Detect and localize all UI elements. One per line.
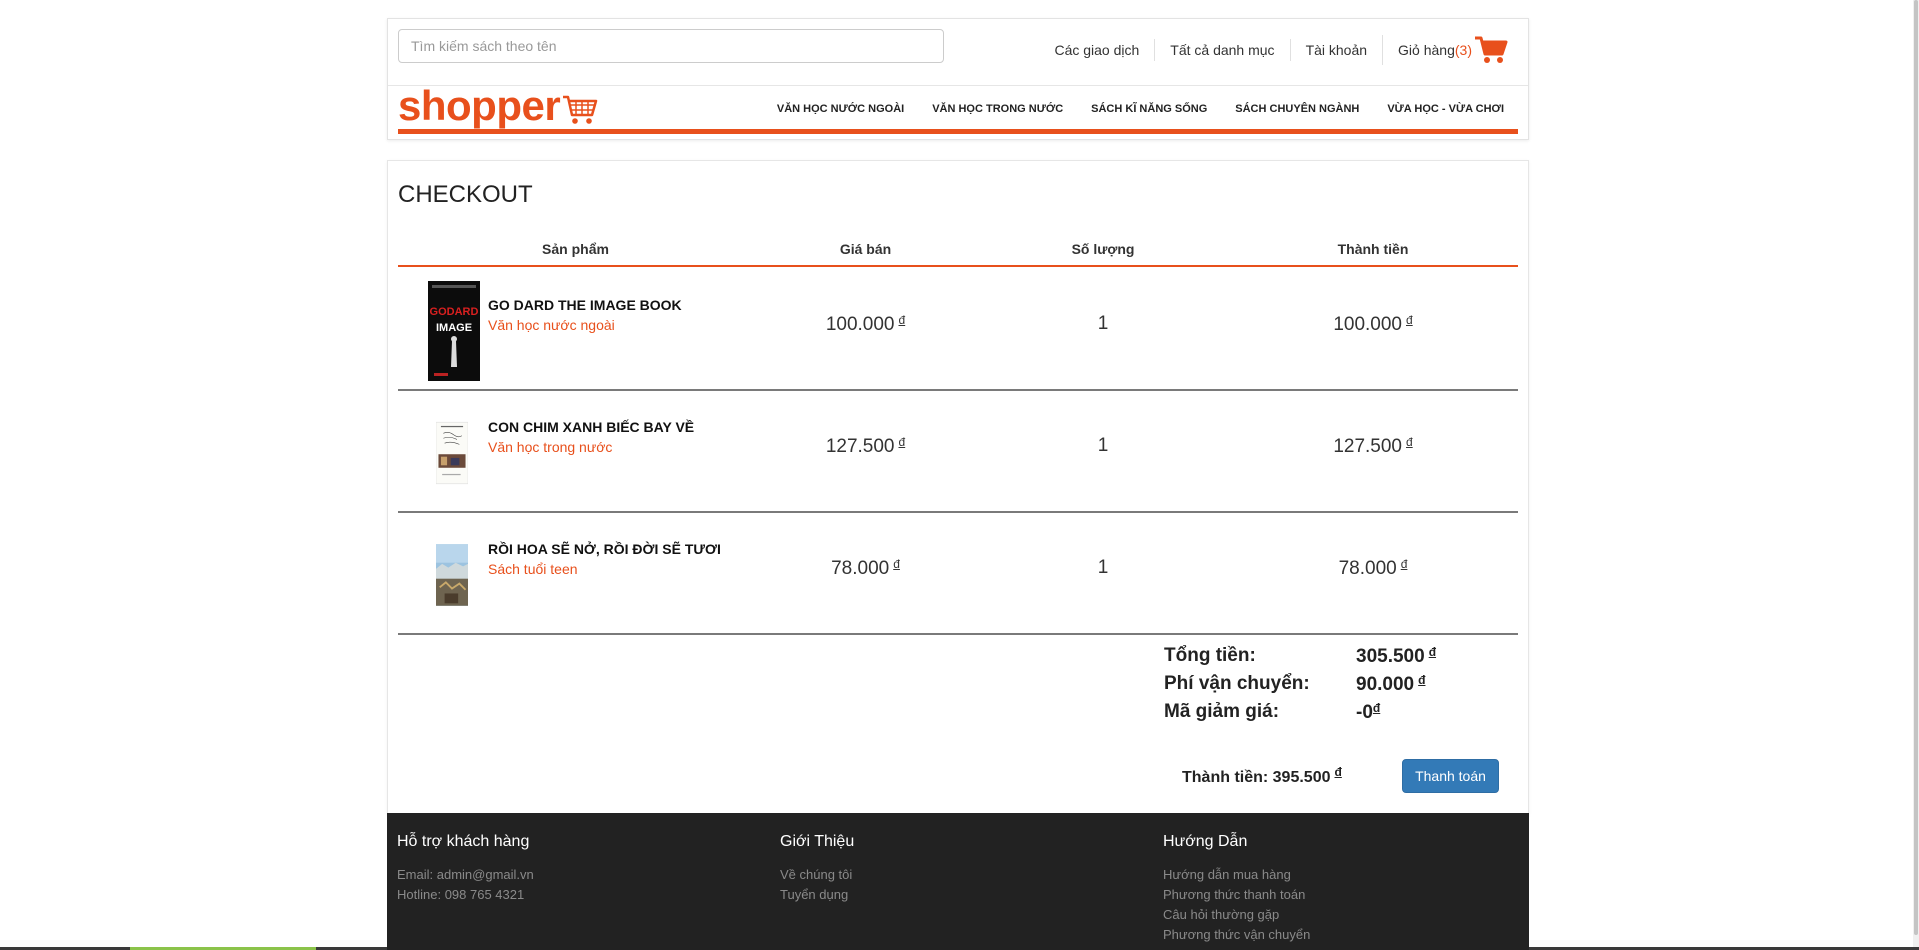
logo-text: shopper (398, 82, 561, 129)
unit-price: 78.000 đ (753, 557, 978, 580)
footer-hotline[interactable]: Hotline: 098 765 4321 (397, 885, 534, 905)
header-price: Giá bán (839, 241, 892, 257)
product-name: GO DARD THE IMAGE BOOK (488, 297, 682, 313)
svg-text:IMAGE: IMAGE (436, 322, 472, 334)
currency-symbol: đ (1418, 673, 1426, 687)
book-cover-image[interactable]: GODARD IMAGE (428, 281, 480, 381)
transactions-link[interactable]: Các giao dịch (1039, 39, 1154, 61)
top-links: Các giao dịch Tất cả danh mục Tài khoản … (1039, 35, 1508, 65)
unit-price: 127.500 đ (753, 435, 978, 458)
site-header: Các giao dịch Tất cả danh mục Tài khoản … (387, 18, 1529, 140)
cart-label: Giỏ hàng (1398, 42, 1455, 58)
unit-price-value: 100.000 (825, 314, 895, 335)
cart-link[interactable]: Giỏ hàng (3) (1382, 35, 1508, 65)
footer-support-title: Hỗ trợ khách hàng (397, 833, 530, 850)
table-row: GODARD IMAGE GO DARD THE IMAGE BOOK Văn … (398, 269, 1518, 391)
quantity-value: 1 (1097, 557, 1109, 578)
grand-total-text: Thành tiền: 395.500 (1182, 769, 1331, 786)
nav-domestic-literature[interactable]: VĂN HỌC TRONG NƯỚC (932, 103, 1063, 115)
line-total-value: 100.000 (1333, 314, 1402, 335)
page-scrollbar[interactable] (1913, 0, 1919, 950)
shopping-cart-icon (1475, 36, 1508, 63)
footer-link-buying-guide[interactable]: Hướng dẫn mua hàng (1163, 865, 1310, 885)
currency-symbol: đ (898, 313, 906, 327)
svg-text:GODARD: GODARD (430, 306, 479, 318)
currency-symbol: đ (1406, 313, 1413, 327)
all-categories-link[interactable]: Tất cả danh mục (1154, 39, 1289, 61)
line-total-value: 78.000 (1338, 558, 1397, 579)
nav-specialized[interactable]: SÁCH CHUYÊN NGÀNH (1235, 103, 1359, 115)
footer-email[interactable]: Email: admin@gmail.vn (397, 865, 534, 885)
product-category-link[interactable]: Văn học nước ngoài (488, 317, 615, 333)
discount-value-wrap: -0đ (1356, 701, 1380, 724)
line-total: 100.000 đ (1228, 313, 1518, 336)
footer-link-faq[interactable]: Câu hỏi thường gặp (1163, 905, 1310, 925)
footer-link-payment-methods[interactable]: Phương thức thanh toán (1163, 885, 1310, 905)
header-quantity: Số lượng (1071, 241, 1135, 257)
order-summary: Tổng tiền: 305.500 đ Phí vận chuyển: 90.0… (1164, 645, 1464, 729)
footer-about-title: Giới Thiệu (780, 833, 855, 850)
currency-symbol: đ (898, 435, 906, 449)
footer-about-column: Giới Thiệu Về chúng tôi Tuyển dụng (780, 833, 854, 905)
nav-foreign-literature[interactable]: VĂN HỌC NƯỚC NGOÀI (777, 103, 904, 115)
product-category-link[interactable]: Sách tuổi teen (488, 561, 578, 577)
footer-link-about-us[interactable]: Về chúng tôi (780, 865, 854, 885)
currency-symbol: đ (1334, 765, 1342, 779)
product-name: RỒI HOA SẼ NỞ, RỒI ĐỜI SẼ TƯƠI (488, 541, 721, 557)
line-total: 78.000 đ (1228, 557, 1518, 580)
book-cover-image[interactable] (436, 403, 468, 503)
currency-symbol: đ (1428, 645, 1437, 659)
nav-learn-play[interactable]: VỪA HỌC - VỪA CHƠI (1387, 103, 1504, 115)
scrollbar-thumb[interactable] (1914, 0, 1918, 935)
footer-link-careers[interactable]: Tuyển dụng (780, 885, 854, 905)
shipping-row: Phí vận chuyển: 90.000 đ (1164, 673, 1464, 701)
page-title: CHECKOUT (398, 181, 533, 208)
discount-row: Mã giảm giá: -0đ (1164, 701, 1464, 729)
quantity-value: 1 (1097, 313, 1109, 334)
discount-label: Mã giảm giá: (1164, 701, 1280, 722)
shipping-value-wrap: 90.000 đ (1356, 673, 1425, 696)
shipping-label: Phí vận chuyển: (1164, 673, 1310, 694)
shipping-value: 90.000 (1356, 674, 1415, 695)
logo-cart-icon (563, 95, 598, 124)
header-accent-bar (398, 129, 1518, 134)
footer-link-shipping-methods[interactable]: Phương thức vận chuyển (1163, 925, 1310, 945)
header-product: Sản phẩm (542, 241, 609, 257)
quantity-value: 1 (1097, 435, 1109, 456)
currency-symbol: đ (1406, 435, 1413, 449)
currency-symbol: đ (1372, 701, 1381, 715)
site-footer: Hỗ trợ khách hàng Email: admin@gmail.vn … (387, 813, 1529, 950)
checkout-panel: CHECKOUT Sản phẩm Giá bán Số lượng Thành… (387, 160, 1529, 815)
discount-value: -0 (1356, 702, 1373, 723)
search-input[interactable] (398, 29, 944, 63)
line-total: 127.500 đ (1228, 435, 1518, 458)
footer-guide-title: Hướng Dẫn (1163, 833, 1248, 850)
table-header: Sản phẩm Giá bán Số lượng Thành tiền (398, 235, 1518, 267)
category-nav: VĂN HỌC NƯỚC NGOÀI VĂN HỌC TRONG NƯỚC SÁ… (749, 103, 1504, 115)
header-total: Thành tiền (1337, 241, 1409, 257)
table-row: CON CHIM XANH BIẾC BAY VỀ Văn học trong … (398, 391, 1518, 513)
account-link[interactable]: Tài khoản (1289, 39, 1382, 61)
product-name: CON CHIM XANH BIẾC BAY VỀ (488, 419, 695, 435)
checkout-pay-button[interactable]: Thanh toán (1402, 759, 1499, 793)
footer-support-column: Hỗ trợ khách hàng Email: admin@gmail.vn … (397, 833, 534, 905)
line-total-value: 127.500 (1333, 436, 1402, 457)
subtotal-value-wrap: 305.500 đ (1356, 645, 1436, 668)
nav-life-skills[interactable]: SÁCH KĨ NĂNG SỐNG (1091, 103, 1207, 115)
grand-total: Thành tiền: 395.500 đ (1182, 765, 1342, 787)
subtotal-label: Tổng tiền: (1164, 645, 1256, 666)
currency-symbol: đ (1400, 557, 1408, 571)
currency-symbol: đ (893, 557, 900, 571)
footer-guide-column: Hướng Dẫn Hướng dẫn mua hàng Phương thức… (1163, 833, 1310, 945)
shopper-logo[interactable]: shopper (398, 85, 598, 127)
table-row: RỒI HOA SẼ NỞ, RỒI ĐỜI SẼ TƯƠI Sách tuổi… (398, 513, 1518, 635)
product-category-link[interactable]: Văn học trong nước (488, 439, 612, 455)
subtotal-value: 305.500 (1356, 646, 1425, 667)
book-cover-image[interactable] (436, 525, 468, 625)
unit-price-value: 127.500 (825, 436, 895, 457)
unit-price-value: 78.000 (831, 558, 890, 579)
cart-count: (3) (1454, 42, 1472, 58)
unit-price: 100.000 đ (753, 313, 978, 336)
subtotal-row: Tổng tiền: 305.500 đ (1164, 645, 1464, 673)
